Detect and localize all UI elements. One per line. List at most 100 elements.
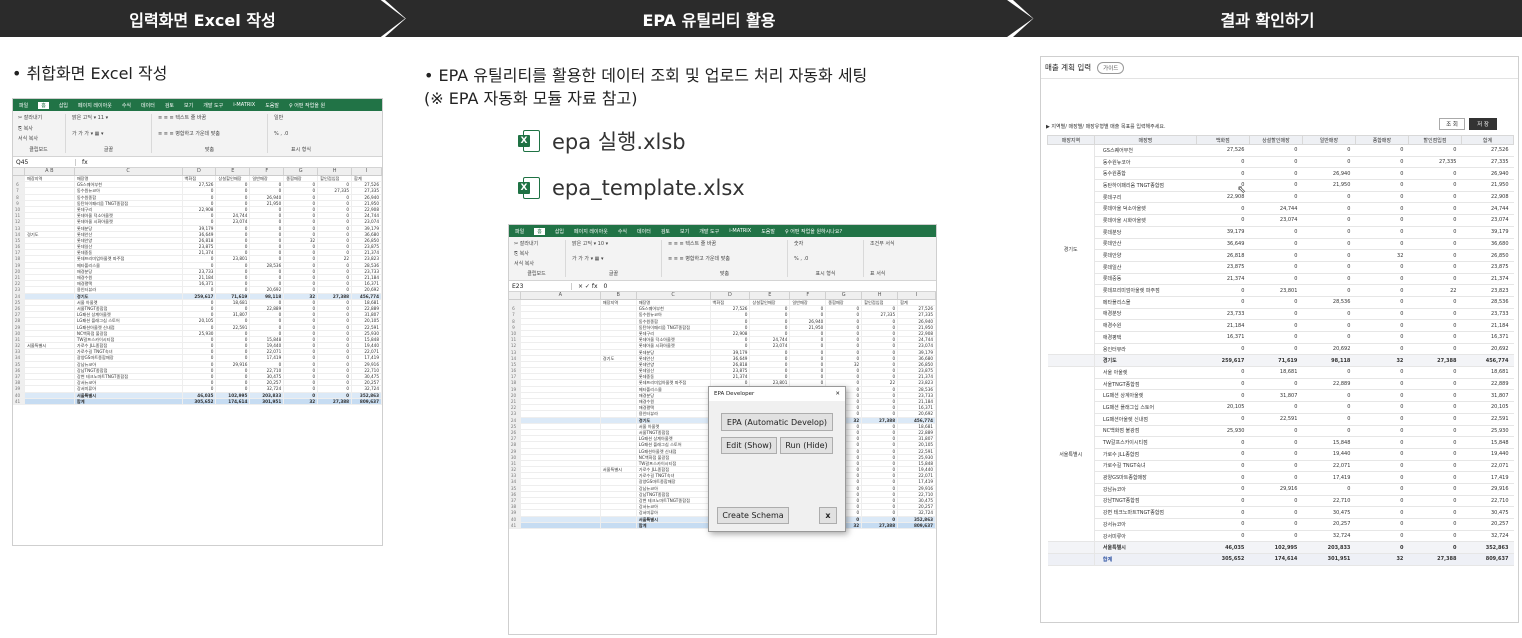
ribbon-tab[interactable]: ♀ 어떤 작업을 원하시나요? (785, 228, 842, 235)
value-cell[interactable]: 20,105 (1196, 401, 1250, 414)
value-cell[interactable]: 0 (1196, 296, 1250, 309)
value-cell[interactable]: 0 (1355, 308, 1409, 321)
value-cell[interactable]: 0 (1302, 284, 1356, 297)
value-cell[interactable]: 20,257 (1302, 518, 1356, 531)
value-cell[interactable]: 0 (1355, 471, 1409, 484)
value-cell[interactable]: 0 (1355, 319, 1409, 332)
value-cell[interactable]: 36,649 (1196, 238, 1250, 251)
value-cell[interactable]: 22,591 (1249, 413, 1303, 426)
value-cell[interactable]: 0 (1302, 214, 1356, 227)
value-cell[interactable]: 0 (1249, 273, 1303, 286)
ribbon-tab[interactable]: 홈 (534, 227, 545, 235)
value-cell[interactable]: 23,074 (1249, 214, 1303, 227)
value-cell[interactable]: 0 (1408, 448, 1462, 461)
value-cell[interactable]: 0 (1196, 156, 1250, 169)
value-cell[interactable]: 0 (1196, 343, 1250, 356)
value-cell[interactable]: 0 (1302, 319, 1356, 332)
value-cell[interactable]: 0 (1408, 226, 1462, 239)
value-cell[interactable]: 0 (1249, 238, 1303, 251)
value-cell[interactable]: 0 (1196, 202, 1250, 216)
ribbon-tab[interactable]: 검토 (661, 228, 670, 235)
value-cell[interactable]: 0 (1355, 273, 1409, 286)
value-cell[interactable]: 0 (1355, 191, 1409, 204)
search-button[interactable]: 조 회 (1439, 118, 1465, 130)
ribbon-tab[interactable]: 개발 도구 (699, 228, 719, 235)
value-cell[interactable]: 0 (1355, 483, 1409, 496)
value-cell[interactable]: 0 (1196, 448, 1250, 461)
ribbon-tab[interactable]: 보기 (184, 102, 193, 109)
value-cell[interactable]: 0 (1355, 284, 1409, 297)
value-cell[interactable]: 39,179 (1461, 226, 1514, 239)
value-cell[interactable]: 0 (1355, 530, 1409, 543)
value-cell[interactable]: 0 (1302, 331, 1356, 344)
value-cell[interactable]: 0 (1408, 413, 1462, 426)
value-cell[interactable]: 0 (1408, 308, 1462, 321)
value-cell[interactable]: 0 (1355, 460, 1409, 473)
value-cell[interactable]: 17,419 (1302, 471, 1356, 484)
value-cell[interactable]: 0 (1408, 249, 1462, 262)
value-cell[interactable]: 0 (1302, 156, 1356, 169)
value-cell[interactable]: 0 (1355, 156, 1409, 169)
value-cell[interactable]: 0 (1408, 319, 1462, 332)
value-cell[interactable]: 0 (1355, 202, 1409, 216)
value-cell[interactable]: 0 (1408, 518, 1462, 531)
value-cell[interactable]: 21,374 (1196, 273, 1250, 286)
value-cell[interactable]: 22,591 (1461, 413, 1514, 426)
value-cell[interactable]: 0 (1355, 226, 1409, 239)
value-cell[interactable]: 31,807 (1461, 389, 1514, 403)
value-cell[interactable]: 0 (1355, 413, 1409, 426)
value-cell[interactable]: 28,536 (1461, 296, 1514, 309)
value-cell[interactable]: 0 (1249, 506, 1303, 519)
value-cell[interactable]: 25,930 (1461, 425, 1514, 438)
value-cell[interactable]: 0 (1408, 202, 1462, 216)
value-cell[interactable]: 0 (1408, 460, 1462, 473)
value-cell[interactable]: 0 (1408, 425, 1462, 438)
value-cell[interactable]: 22,710 (1302, 495, 1356, 508)
value-cell[interactable]: 18,681 (1461, 366, 1514, 379)
dialog-x-button[interactable]: x (819, 507, 837, 524)
value-cell[interactable]: 20,692 (1461, 343, 1514, 356)
value-cell[interactable]: 22,071 (1461, 460, 1514, 473)
value-cell[interactable]: 31,807 (1249, 389, 1303, 403)
name-box[interactable]: Q45 (16, 158, 76, 166)
value-cell[interactable]: 25,930 (1196, 425, 1250, 438)
value-cell[interactable]: 0 (1302, 308, 1356, 321)
value-cell[interactable]: 0 (1408, 530, 1462, 543)
value-cell[interactable]: 0 (1408, 389, 1462, 403)
value-cell[interactable]: 0 (1249, 226, 1303, 239)
value-cell[interactable]: 0 (1196, 530, 1250, 543)
ribbon-tab[interactable]: ♀ 어떤 작업을 원 (289, 102, 325, 109)
value-cell[interactable]: 0 (1355, 179, 1409, 192)
value-cell[interactable]: 26,940 (1461, 167, 1514, 181)
value-cell[interactable]: 0 (1355, 425, 1409, 438)
value-cell[interactable]: 32 (1355, 249, 1409, 262)
value-cell[interactable]: 0 (1408, 471, 1462, 484)
value-cell[interactable]: 0 (1408, 296, 1462, 309)
value-cell[interactable]: 0 (1302, 249, 1356, 262)
ribbon-tab[interactable]: 데이터 (637, 228, 651, 235)
value-cell[interactable]: 0 (1355, 389, 1409, 403)
ribbon-tab[interactable]: 검토 (165, 102, 174, 109)
value-cell[interactable]: 0 (1249, 319, 1303, 332)
value-cell[interactable]: 20,105 (1461, 401, 1514, 414)
value-cell[interactable]: 0 (1408, 167, 1462, 181)
value-cell[interactable]: 0 (1302, 425, 1356, 438)
value-cell[interactable]: 24,744 (1461, 202, 1514, 216)
value-cell[interactable]: 0 (1302, 483, 1356, 496)
value-cell[interactable]: 30,475 (1302, 506, 1356, 519)
value-cell[interactable]: 0 (1408, 506, 1462, 519)
value-cell[interactable]: 23,733 (1461, 308, 1514, 321)
value-cell[interactable]: 0 (1249, 518, 1303, 531)
value-cell[interactable]: 0 (1355, 506, 1409, 519)
value-cell[interactable]: 0 (1196, 506, 1250, 519)
value-cell[interactable]: 21,950 (1302, 179, 1356, 192)
value-cell[interactable]: 0 (1355, 167, 1409, 181)
value-cell[interactable]: 0 (1355, 518, 1409, 531)
value-cell[interactable]: 0 (1249, 167, 1303, 181)
value-cell[interactable]: 0 (1196, 366, 1250, 379)
value-cell[interactable]: 0 (1302, 273, 1356, 286)
value-cell[interactable]: 0 (1355, 238, 1409, 251)
value-cell[interactable]: 0 (1196, 167, 1250, 181)
value-cell[interactable]: 22,889 (1461, 378, 1514, 391)
value-cell[interactable]: 30,475 (1461, 506, 1514, 519)
